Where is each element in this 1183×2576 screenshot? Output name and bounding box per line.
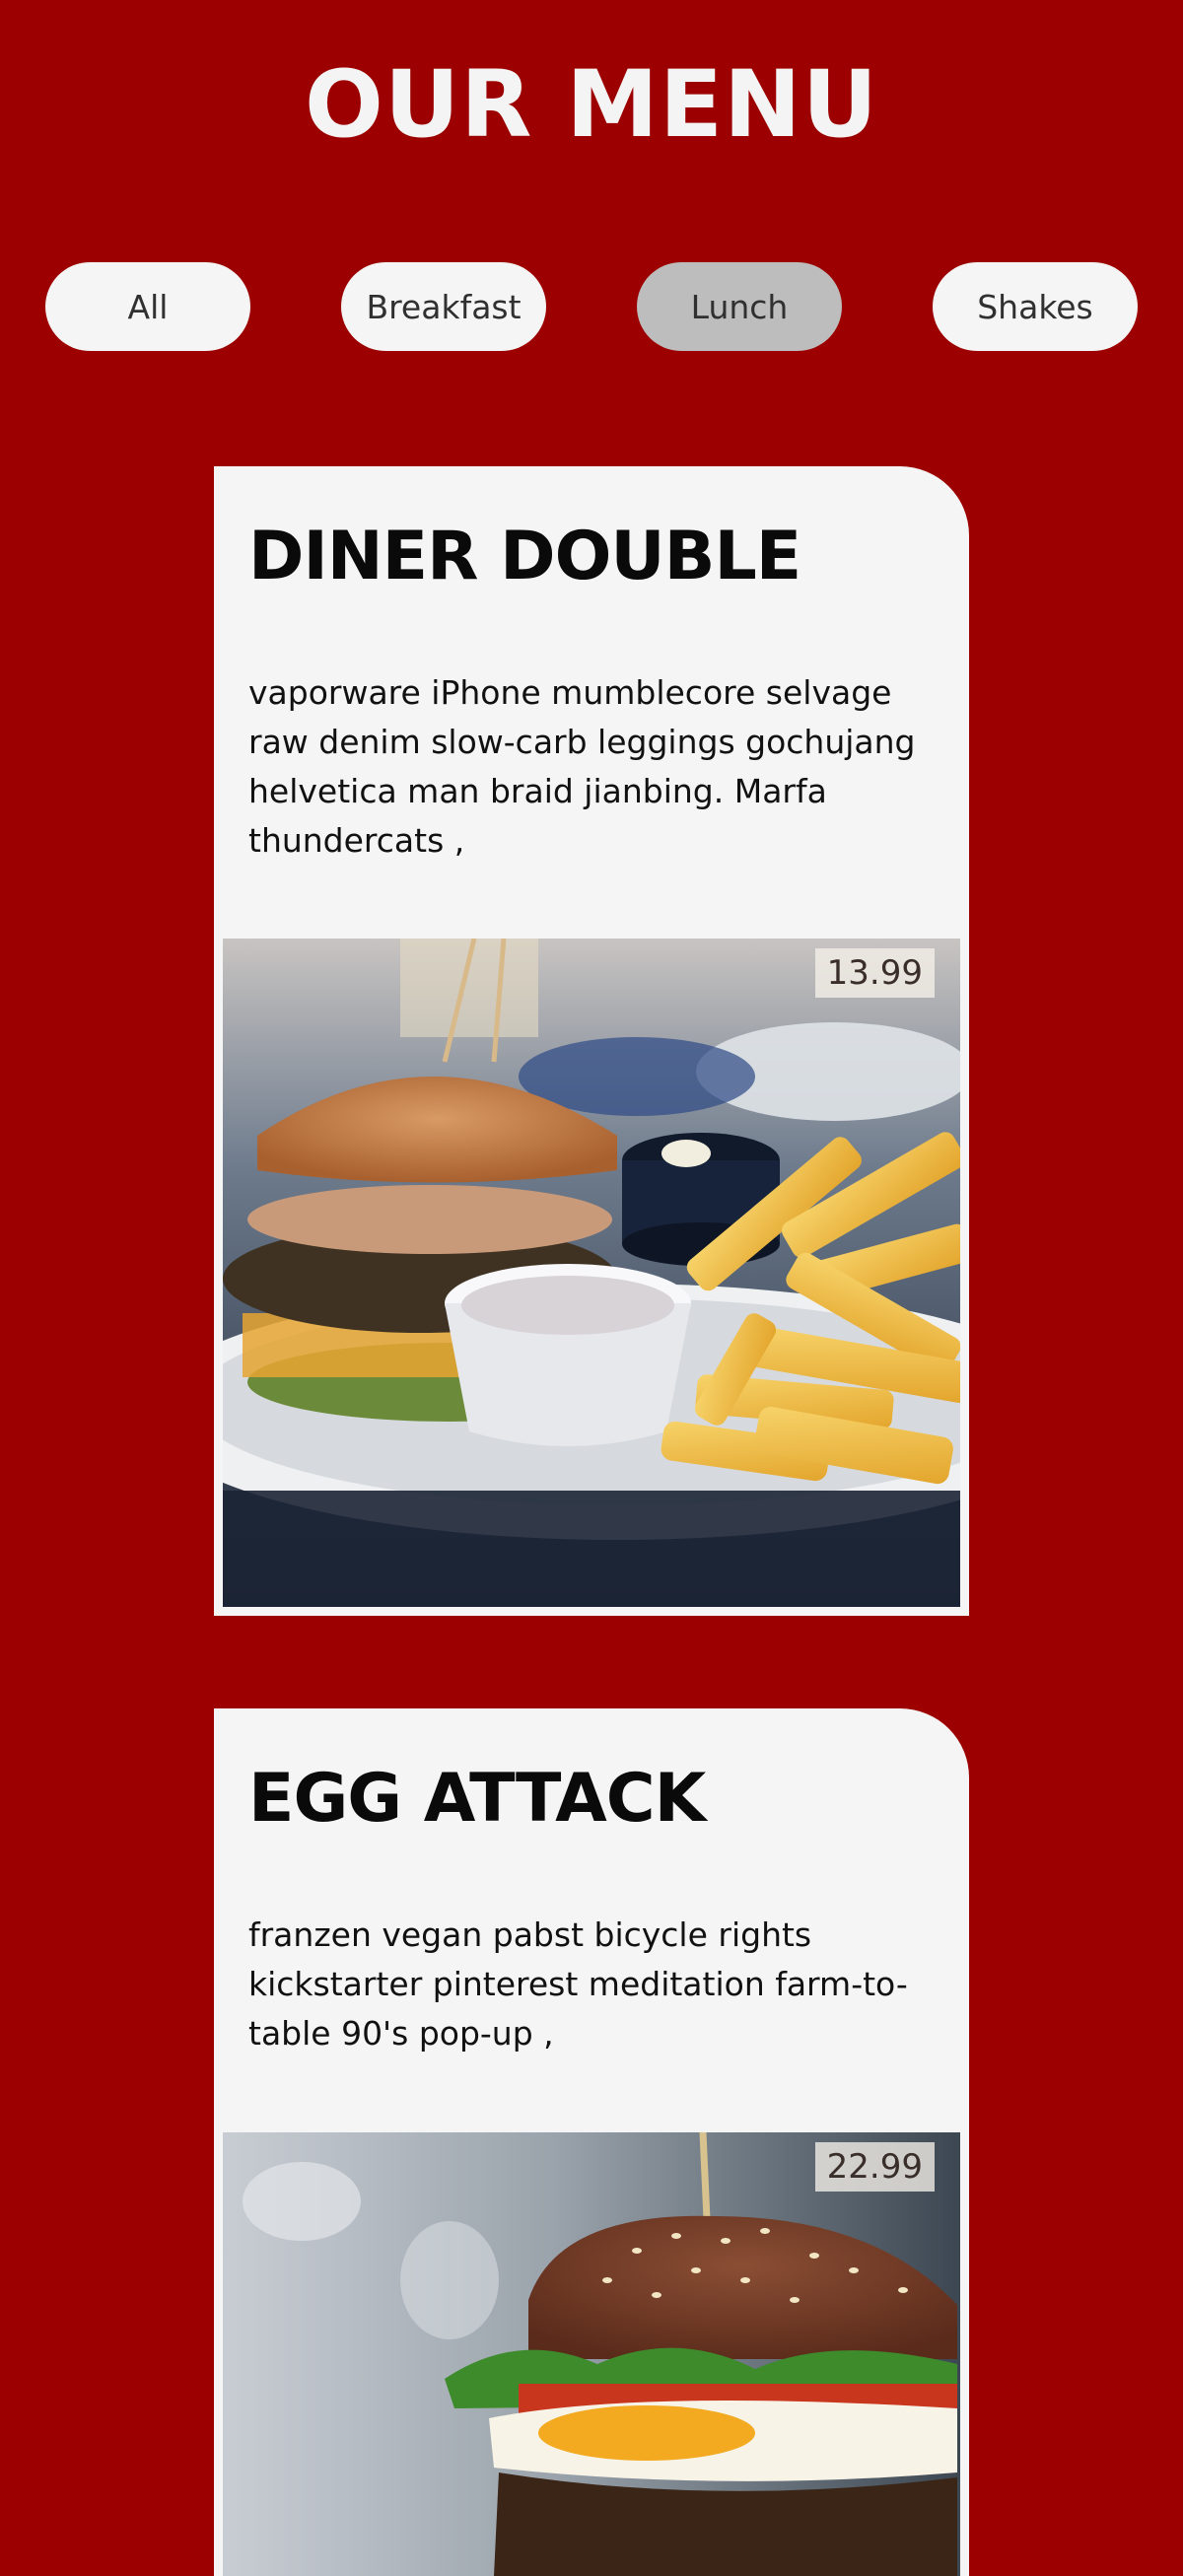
filter-lunch-button[interactable]: Lunch — [637, 262, 842, 351]
burger-with-fries-image — [223, 939, 960, 1607]
page-title: OUR MENU — [304, 51, 879, 159]
menu-item-description: vaporware iPhone mumblecore selvage raw … — [248, 673, 916, 860]
menu-item-title: EGG ATTACK — [248, 1760, 706, 1838]
price-tag: 22.99 — [814, 2142, 935, 2192]
category-filter-bar: All Breakfast Lunch Shakes — [45, 262, 1138, 351]
egg-burger-image — [223, 2132, 960, 2576]
filter-all-button[interactable]: All — [45, 262, 250, 351]
egg-burger-photo: 22.99 — [223, 2132, 960, 2576]
filter-shakes-button[interactable]: Shakes — [933, 262, 1138, 351]
menu-item-title: DINER DOUBLE — [248, 518, 801, 595]
burger-with-fries-photo: 13.99 — [223, 939, 960, 1607]
menu-item-description: franzen vegan pabst bicycle rights kicks… — [248, 1915, 908, 2053]
price-tag: 13.99 — [814, 948, 935, 998]
menu-item-card: EGG ATTACK franzen vegan pabst bicycle r… — [214, 1708, 969, 2576]
filter-breakfast-button[interactable]: Breakfast — [341, 262, 546, 351]
menu-item-card: DINER DOUBLE vaporware iPhone mumblecore… — [214, 466, 969, 1616]
